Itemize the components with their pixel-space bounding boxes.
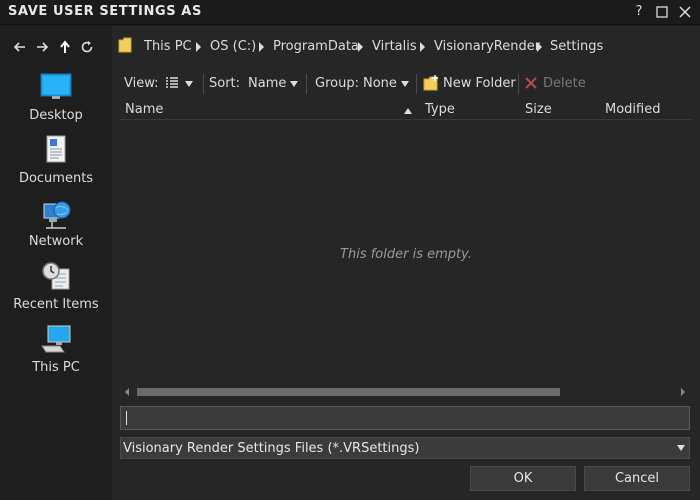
sort-ascending-icon[interactable] [404,108,412,114]
scroll-right-icon[interactable] [681,388,685,396]
close-button[interactable] [676,3,694,21]
place-desktop[interactable]: Desktop [0,72,112,132]
refresh-button[interactable] [79,38,95,56]
text-cursor [126,411,127,425]
forward-arrow-icon [37,42,49,52]
maximize-button[interactable] [653,3,671,21]
forward-button[interactable] [34,38,50,56]
toolbar-separator [203,74,204,94]
breadcrumb-item-current[interactable]: Settings [550,39,603,54]
filetype-selected: Visionary Render Settings Files (*.VRSet… [123,441,420,456]
details-view-icon [166,77,178,88]
empty-folder-message: This folder is empty. [340,247,472,262]
breadcrumb: This PC OS (C:) ProgramData Virtalis Vis… [112,26,700,66]
view-label: View: [124,76,159,91]
breadcrumb-item[interactable]: OS (C:) [210,39,256,54]
delete-icon [525,77,537,89]
breadcrumb-chevron-icon[interactable] [259,42,264,52]
back-arrow-icon [13,42,25,52]
place-label: Recent Items [13,297,99,312]
up-arrow-icon [60,40,70,53]
up-button[interactable] [57,38,73,56]
toolbar-separator [416,74,417,94]
maximize-icon [656,6,668,18]
refresh-icon [81,41,93,53]
column-header-name[interactable]: Name [125,102,163,117]
nav-buttons [12,38,102,56]
close-icon [679,6,691,18]
breadcrumb-item[interactable]: VisionaryRender [434,39,540,54]
help-button[interactable]: ? [630,3,648,21]
toolbar-separator [306,74,307,94]
horizontal-scrollbar[interactable] [120,387,692,397]
sort-dropdown[interactable]: Name [248,76,286,91]
ok-button[interactable]: OK [470,466,576,491]
breadcrumb-item[interactable]: ProgramData [273,39,359,54]
places-sidebar: Desktop Documents Network Recent Items T… [0,26,112,500]
group-label: Group: [315,76,359,91]
delete-label: Delete [543,76,586,91]
place-this-pc[interactable]: This PC [0,324,112,384]
sort-dropdown-caret-icon[interactable] [290,81,298,87]
breadcrumb-chevron-icon[interactable] [196,42,201,52]
place-network[interactable]: Network [0,198,112,258]
filetype-select[interactable]: Visionary Render Settings Files (*.VRSet… [120,437,690,459]
breadcrumb-item[interactable]: Virtalis [372,39,417,54]
new-folder-label: New Folder [443,76,516,91]
filename-input[interactable] [120,406,690,430]
this-pc-icon [41,325,71,353]
column-header-size[interactable]: Size [525,102,552,117]
group-dropdown[interactable]: None [363,76,397,91]
toolbar-separator [518,74,519,94]
new-folder-icon [423,75,438,91]
folder-icon [118,37,132,53]
place-label: Desktop [29,108,83,123]
back-button[interactable] [12,38,28,56]
place-label: This PC [32,360,80,375]
column-header-modified[interactable]: Modified [605,102,660,117]
breadcrumb-chevron-icon[interactable] [537,42,542,52]
place-label: Documents [18,171,94,186]
group-dropdown-caret-icon[interactable] [401,81,409,87]
cancel-button[interactable]: Cancel [584,466,690,491]
breadcrumb-chevron-icon[interactable] [420,42,425,52]
toolbar: View: Sort: Name Group: None New Folder [120,72,692,96]
view-dropdown-caret-icon[interactable] [185,81,193,87]
place-label: Network [28,234,84,249]
place-recent-items[interactable]: Recent Items [0,261,112,321]
network-icon [43,201,71,229]
desktop-icon [40,73,72,99]
recent-items-icon [42,262,70,290]
breadcrumb-item[interactable]: This PC [144,39,192,54]
column-header-row: Name Type Size Modified [120,100,692,120]
filetype-dropdown-caret-icon[interactable] [677,445,685,451]
column-header-type[interactable]: Type [425,102,455,117]
sort-label: Sort: [209,76,241,91]
title-bar: SAVE USER SETTINGS AS ? [0,0,700,25]
breadcrumb-chevron-icon[interactable] [358,42,363,52]
place-documents[interactable]: Documents [0,135,112,195]
file-list[interactable]: This folder is empty. [120,121,692,386]
scroll-left-icon[interactable] [125,388,129,396]
documents-icon [46,135,66,163]
window-title: SAVE USER SETTINGS AS [8,4,202,19]
scrollbar-thumb[interactable] [137,388,560,396]
main-panel: This PC OS (C:) ProgramData Virtalis Vis… [112,26,700,500]
